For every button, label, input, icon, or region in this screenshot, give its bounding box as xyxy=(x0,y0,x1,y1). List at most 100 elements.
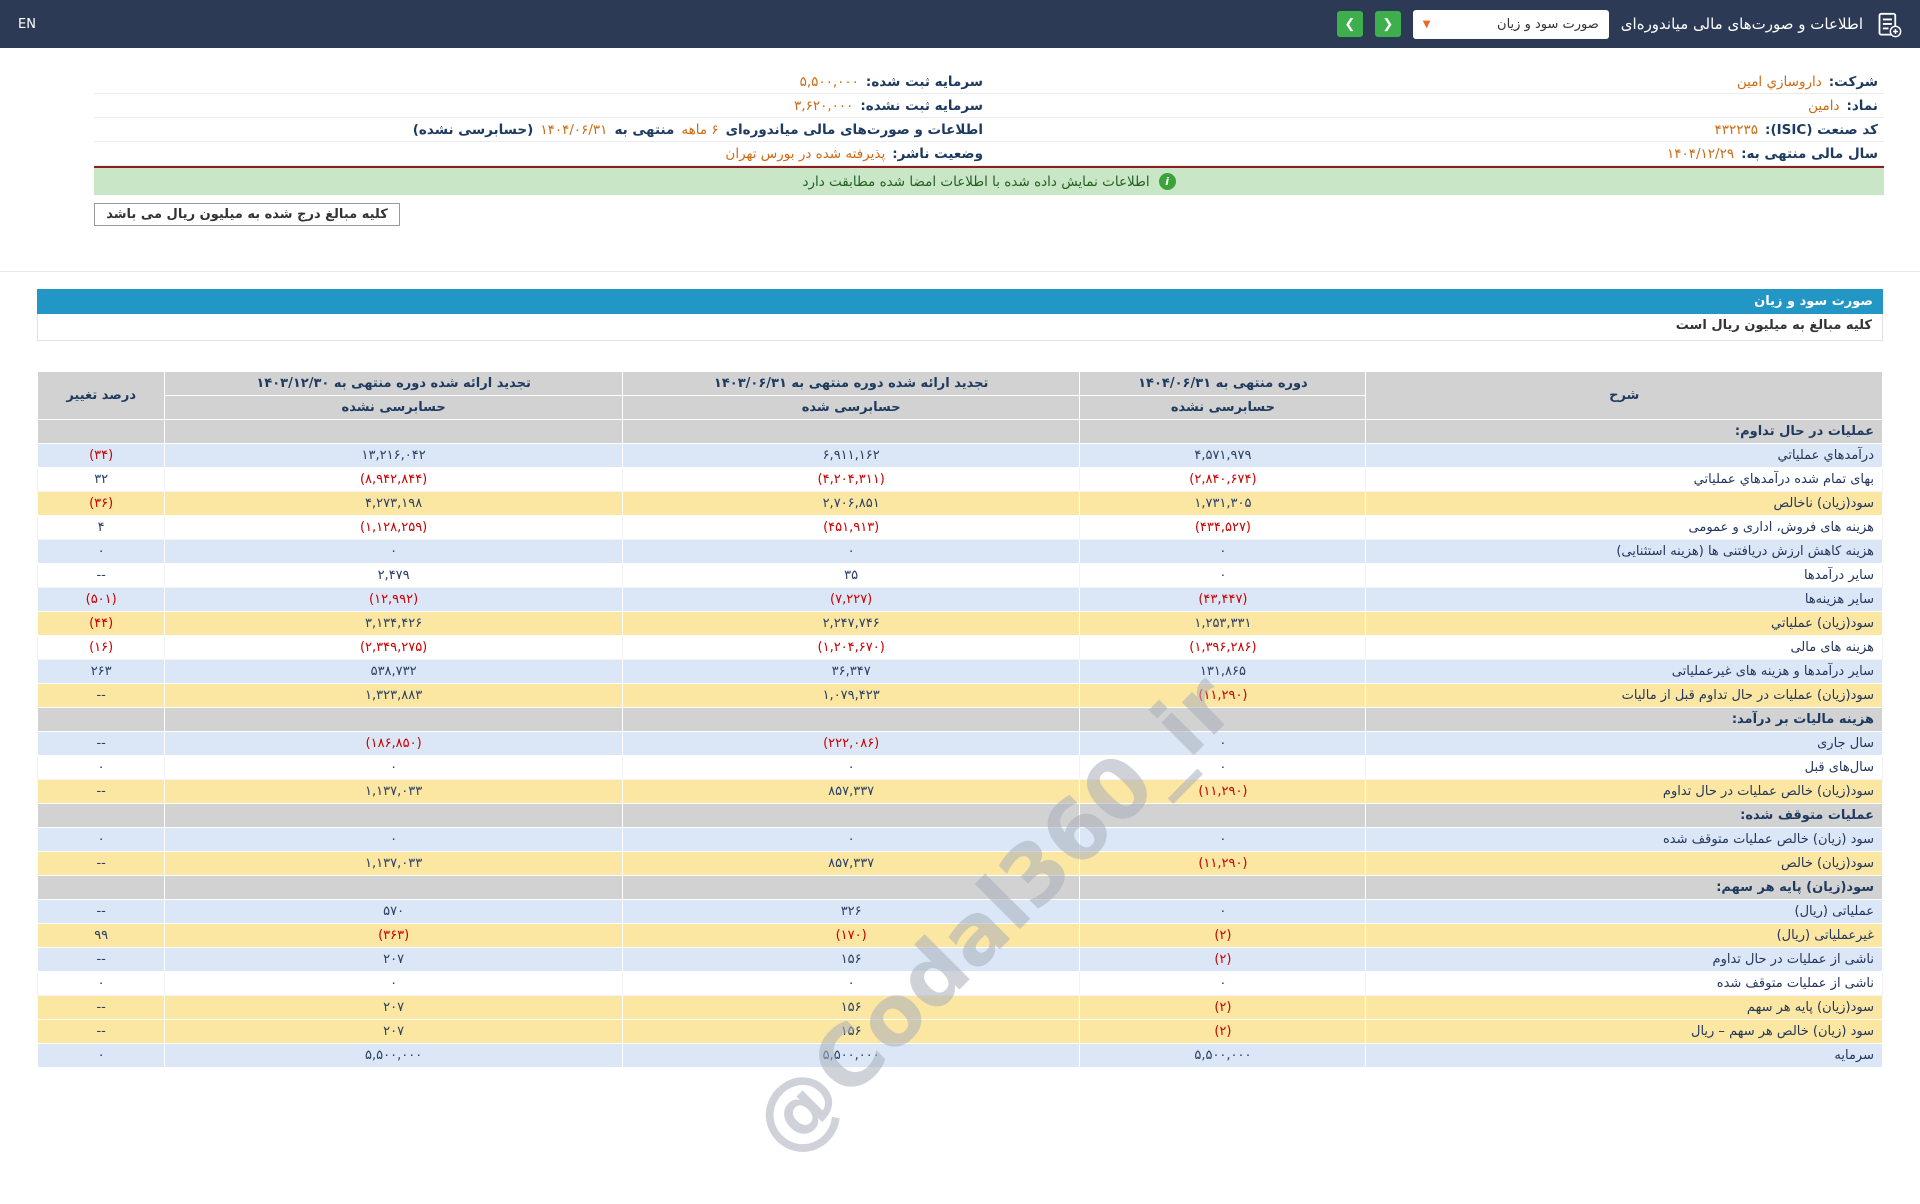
table-row: سود(زيان) ناخالص۱,۷۳۱,۳۰۵۲,۷۰۶,۸۵۱۴,۲۷۳,… xyxy=(38,492,1883,516)
table-row: سود(زيان) عملياتي۱,۲۵۳,۳۳۱۲,۲۴۷,۷۴۶۳,۱۳۴… xyxy=(38,612,1883,636)
empty-cell xyxy=(165,876,623,900)
change-percent-cell: ۴ xyxy=(38,516,165,540)
value-cell: ۲۰۷ xyxy=(165,1020,623,1044)
statement-type-select[interactable]: صورت سود و زیان ▼ xyxy=(1413,10,1609,39)
table-row: سال جارى۰(۲۲۲,۰۸۶)(۱۸۶,۸۵۰)-- xyxy=(38,732,1883,756)
field-label: نماد: xyxy=(1846,98,1878,114)
row-label: ناشى از عمليات متوقف شده xyxy=(1366,972,1883,996)
value-cell: (۱۱,۲۹۰) xyxy=(1080,684,1366,708)
row-label: سود(زيان) ناخالص xyxy=(1366,492,1883,516)
value-cell: (۱۸۶,۸۵۰) xyxy=(165,732,623,756)
value-cell: (۲۲۲,۰۸۶) xyxy=(622,732,1080,756)
empty-cell xyxy=(1080,804,1366,828)
value-cell: ۱۵۶ xyxy=(622,948,1080,972)
value-cell: ۱,۰۷۹,۴۲۳ xyxy=(622,684,1080,708)
table-row: سود(زيان) خالص(۱۱,۲۹۰)۸۵۷,۳۳۷۱,۱۳۷,۰۳۳-- xyxy=(38,852,1883,876)
audit-status-suffix: (حسابرسی نشده) xyxy=(413,122,534,138)
fiscal-year-field: سال مالی منتهی به: ۱۴۰۴/۱۲/۲۹ xyxy=(989,146,1884,162)
table-body: عملیات در حال تداوم:درآمدهاي عملياتي۴,۵۷… xyxy=(38,420,1883,1068)
income-statement-table: شرح دوره منتهی به ۱۴۰۴/۰۶/۳۱ تجدید ارائه… xyxy=(37,371,1883,1068)
info-row: شرکت: داروسازي امين سرمایه ثبت شده: ۵,۵۰… xyxy=(94,70,1884,94)
registered-capital-value: ۵,۵۰۰,۰۰۰ xyxy=(800,74,859,90)
value-cell: (۴۳۴,۵۲۷) xyxy=(1080,516,1366,540)
statement-table-wrap: شرح دوره منتهی به ۱۴۰۴/۰۶/۳۱ تجدید ارائه… xyxy=(37,371,1883,1068)
nav-back-button[interactable]: ❯ xyxy=(1337,11,1363,37)
fiscal-year-end-value: ۱۴۰۴/۱۲/۲۹ xyxy=(1667,146,1734,162)
value-cell: (۴,۲۰۴,۳۱۱) xyxy=(622,468,1080,492)
value-cell: ۵۷۰ xyxy=(165,900,623,924)
empty-cell xyxy=(165,708,623,732)
field-label: سرمایه ثبت شده: xyxy=(866,74,983,90)
language-toggle-en[interactable]: EN xyxy=(18,17,36,32)
row-label: ساير درآمدها xyxy=(1366,564,1883,588)
value-cell: ۰ xyxy=(165,756,623,780)
table-row: ساير درآمدها و هزينه هاى غيرعملياتى۱۳۱,۸… xyxy=(38,660,1883,684)
header-period-restated-2: تجدید ارائه شده دوره منتهی به ۱۴۰۳/۱۲/۳۰ xyxy=(165,372,623,396)
company-name-field: شرکت: داروسازي امين xyxy=(989,74,1884,90)
empty-cell xyxy=(622,876,1080,900)
change-percent-cell: ۹۹ xyxy=(38,924,165,948)
value-cell: ۵۳۸,۷۳۲ xyxy=(165,660,623,684)
financial-report-icon[interactable] xyxy=(1875,11,1902,38)
table-row: سال‌هاى قبل۰۰۰۰ xyxy=(38,756,1883,780)
row-label: ناشى از عمليات در حال تداوم xyxy=(1366,948,1883,972)
signature-match-text: اطلاعات نمایش داده شده با اطلاعات امضا ش… xyxy=(802,174,1149,190)
section-label: هزينه ماليات بر درآمد: xyxy=(1366,708,1883,732)
change-percent-cell: -- xyxy=(38,732,165,756)
value-cell: (۳۶۳) xyxy=(165,924,623,948)
row-label: عملياتى (ريال) xyxy=(1366,900,1883,924)
field-label: شرکت: xyxy=(1829,74,1878,90)
row-label: سود(زيان) عمليات در حال تداوم قبل از مال… xyxy=(1366,684,1883,708)
change-percent-cell: ۰ xyxy=(38,540,165,564)
row-label: سرمايه xyxy=(1366,1044,1883,1068)
empty-cell xyxy=(1080,876,1366,900)
change-percent-cell: (۳۴) xyxy=(38,444,165,468)
value-cell: (۱۱,۲۹۰) xyxy=(1080,852,1366,876)
row-label: سال جارى xyxy=(1366,732,1883,756)
statement-amounts-note: کلیه مبالغ به میلیون ریال است xyxy=(37,314,1883,341)
value-cell: ۳۵ xyxy=(622,564,1080,588)
nav-forward-button[interactable]: ❮ xyxy=(1375,11,1401,37)
change-percent-cell: -- xyxy=(38,996,165,1020)
value-cell: ۱,۱۳۷,۰۳۳ xyxy=(165,780,623,804)
field-label: وضعیت ناشر: xyxy=(892,146,983,162)
table-row: ناشى از عمليات در حال تداوم(۲)۱۵۶۲۰۷-- xyxy=(38,948,1883,972)
table-row: بهاى تمام شده درآمدهاي عملياتي(۲,۸۴۰,۶۷۴… xyxy=(38,468,1883,492)
field-label: کد صنعت (ISIC): xyxy=(1765,122,1878,138)
value-cell: (۲,۸۴۰,۶۷۴) xyxy=(1080,468,1366,492)
value-cell: (۷,۲۲۷) xyxy=(622,588,1080,612)
value-cell: ۳,۱۳۴,۴۲۶ xyxy=(165,612,623,636)
row-label: سود(زيان) پايه هر سهم xyxy=(1366,996,1883,1020)
section-row: هزينه ماليات بر درآمد: xyxy=(38,708,1883,732)
empty-cell xyxy=(38,708,165,732)
value-cell: (۲) xyxy=(1080,1020,1366,1044)
section-label: سود(زيان) پايه هر سهم: xyxy=(1366,876,1883,900)
page-title: اطلاعات و صورت‌های مالی میاندوره‌ای xyxy=(1621,15,1863,33)
value-cell: ۰ xyxy=(622,540,1080,564)
field-label: سال مالی منتهی به: xyxy=(1741,146,1878,162)
period-end-date-value: ۱۴۰۴/۰۶/۳۱ xyxy=(540,122,607,138)
empty-cell xyxy=(622,420,1080,444)
value-cell: (۲,۳۴۹,۲۷۵) xyxy=(165,636,623,660)
value-cell: ۱,۲۵۳,۳۳۱ xyxy=(1080,612,1366,636)
table-row: ساير هزينه‌ها(۴۳,۴۴۷)(۷,۲۲۷)(۱۲,۹۹۲)(۵۰۱… xyxy=(38,588,1883,612)
value-cell: ۳۲۶ xyxy=(622,900,1080,924)
value-cell: ۱۵۶ xyxy=(622,1020,1080,1044)
row-label: هزينه كاهش ارزش دريافتنى ها (هزينه استثن… xyxy=(1366,540,1883,564)
statement-type-selected-value: صورت سود و زیان xyxy=(1497,17,1599,32)
table-row: هزينه هاى مالى(۱,۳۹۶,۲۸۶)(۱,۲۰۴,۶۷۰)(۲,۳… xyxy=(38,636,1883,660)
info-row: نماد: دامين سرمایه ثبت نشده: ۳,۶۲۰,۰۰۰ xyxy=(94,94,1884,118)
value-cell: ۲,۲۴۷,۷۴۶ xyxy=(622,612,1080,636)
company-name-value[interactable]: داروسازي امين xyxy=(1737,74,1822,90)
empty-cell xyxy=(1080,420,1366,444)
row-label: ساير هزينه‌ها xyxy=(1366,588,1883,612)
empty-cell xyxy=(165,420,623,444)
ticker-value[interactable]: دامين xyxy=(1808,98,1839,114)
value-cell: ۰ xyxy=(622,756,1080,780)
change-percent-cell: -- xyxy=(38,1020,165,1044)
value-cell: ۰ xyxy=(165,972,623,996)
period-length-value: ۶ ماهه xyxy=(681,122,718,138)
section-row: سود(زيان) پايه هر سهم: xyxy=(38,876,1883,900)
value-cell: (۲) xyxy=(1080,924,1366,948)
table-row: سود(زيان) خالص عمليات در حال تداوم(۱۱,۲۹… xyxy=(38,780,1883,804)
